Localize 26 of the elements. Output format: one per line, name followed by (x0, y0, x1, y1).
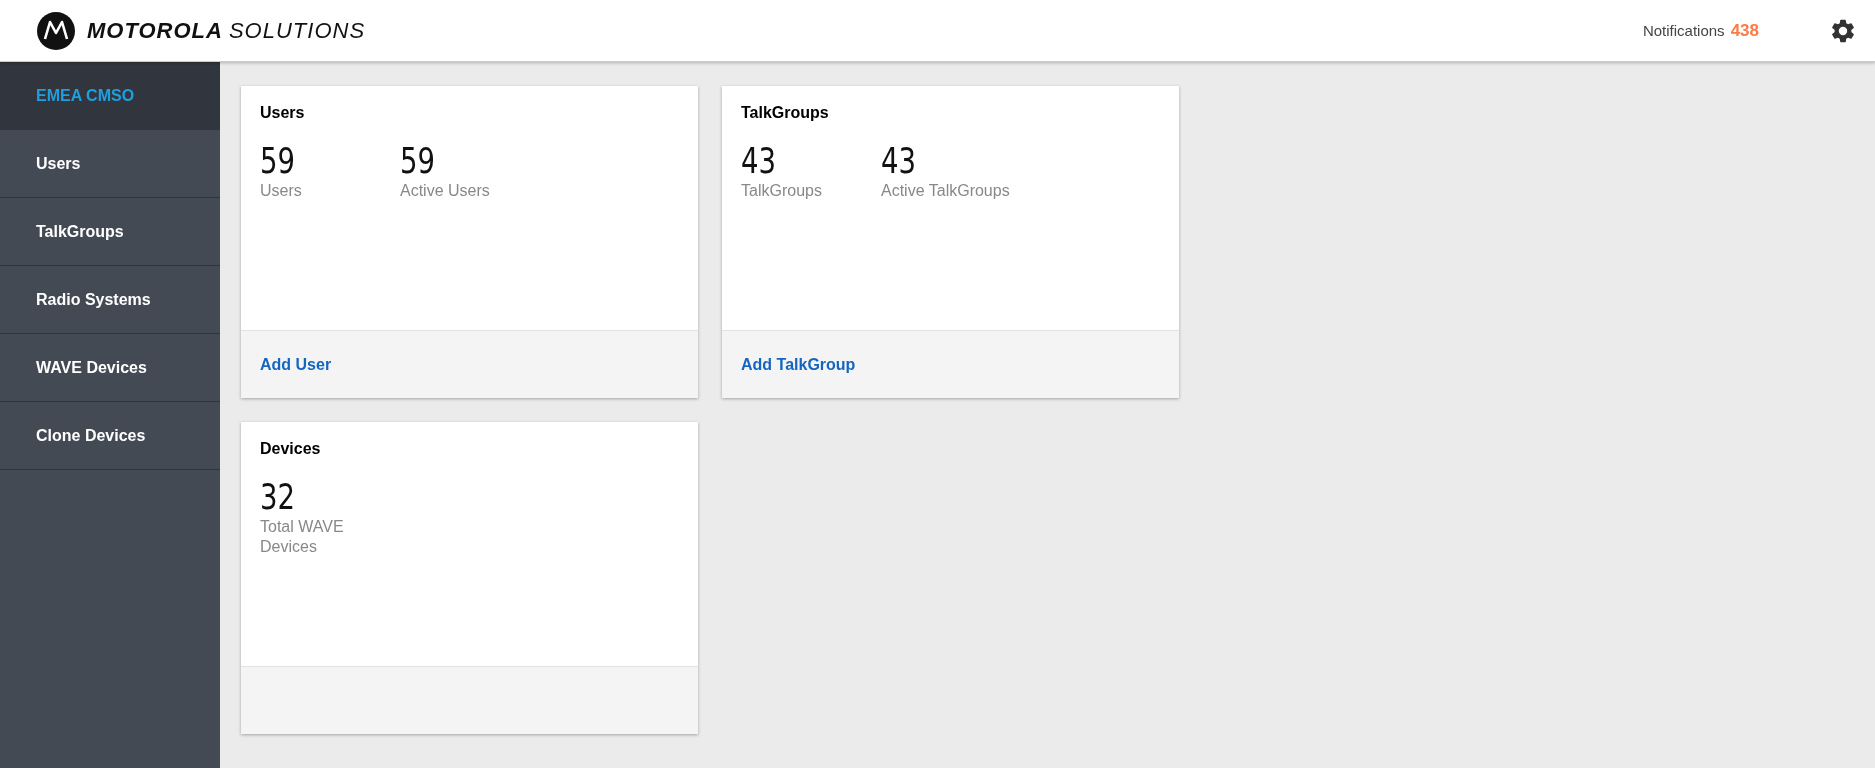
brand-name: MOTOROLA (87, 17, 223, 44)
sidebar-item[interactable]: TalkGroups (0, 198, 220, 266)
notifications-label[interactable]: Notifications (1642, 21, 1725, 39)
sidebar-item[interactable]: Clone Devices (0, 402, 220, 470)
stat-value: 59 (400, 143, 435, 179)
add-link[interactable]: Add User (260, 355, 332, 374)
brand-suffix: SOLUTIONS (228, 17, 366, 44)
stat-value: 59 (260, 143, 295, 179)
card-title: Devices (260, 440, 321, 458)
sidebar-item[interactable]: Users (0, 130, 220, 198)
logo-icon (37, 11, 75, 50)
card-title: Users (260, 104, 305, 122)
add-link[interactable]: Add TalkGroup (741, 355, 856, 374)
stat-label: Total WAVE Devices (260, 517, 345, 557)
stat-value: 32 (260, 479, 295, 515)
sidebar-item[interactable]: Radio Systems (0, 266, 220, 334)
sidebar-item[interactable]: WAVE Devices (0, 334, 220, 402)
sidebar-item[interactable]: EMEA CMSO (0, 62, 220, 130)
stat-value: 43 (881, 143, 916, 179)
stat-label: Users (260, 181, 302, 201)
notification-count: 438 (1730, 20, 1759, 41)
stat-label: TalkGroups (741, 181, 822, 201)
stat-label: Active TalkGroups (881, 181, 1010, 201)
stat-label: Active Users (400, 181, 490, 201)
card-title: TalkGroups (741, 104, 829, 122)
stat-value: 43 (741, 143, 776, 179)
